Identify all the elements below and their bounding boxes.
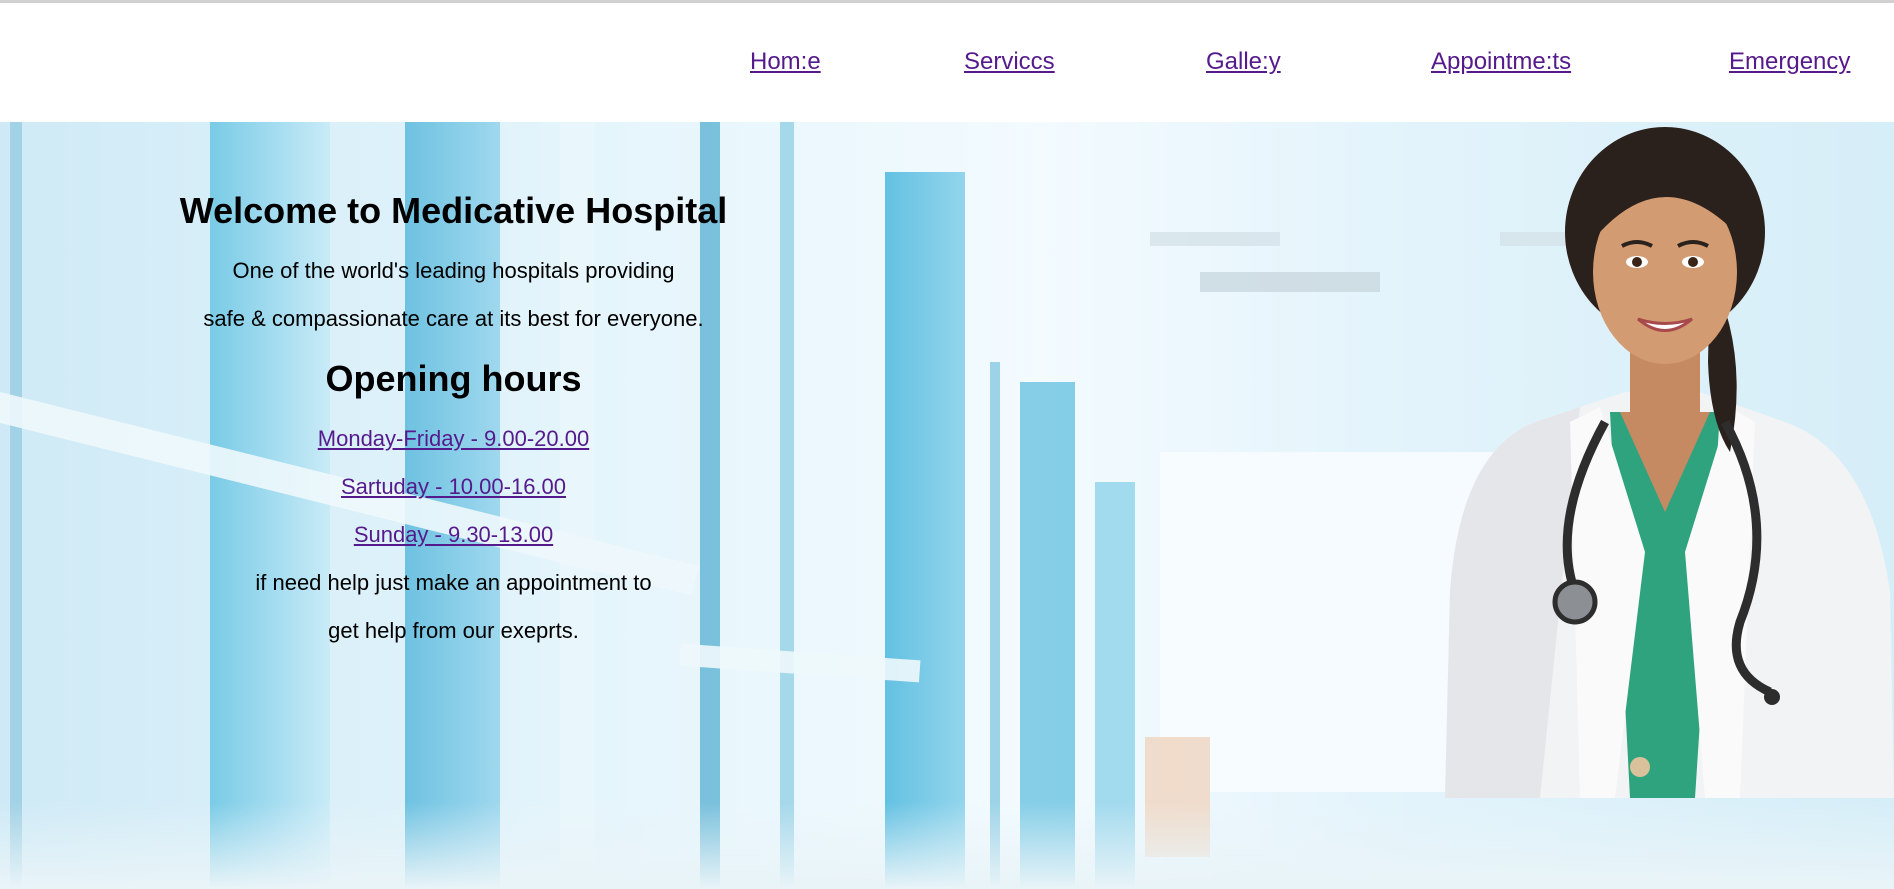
nav-link-gallery[interactable]: Galle:y	[1206, 48, 1281, 76]
hours-link-saturday[interactable]: Sartuday - 10.00-16.00	[150, 474, 757, 500]
doctor-image	[1440, 122, 1894, 798]
glass-panel	[210, 122, 330, 889]
stethoscope-chest-piece	[1552, 579, 1598, 625]
help-text-line-2: get help from our exeprts.	[328, 618, 579, 643]
help-text-line-1: if need help just make an appointment to	[255, 570, 652, 595]
window-frame	[780, 122, 794, 889]
nav-link-home[interactable]: Hom:e	[750, 48, 821, 76]
page-title: Welcome to Medicative Hospital	[179, 190, 728, 231]
top-navbar: Hom:e Serviccs Galle:y Appointme:ts Emer…	[0, 3, 1894, 122]
intro-text-line-1: One of the world's leading hospitals pro…	[232, 258, 675, 283]
nav-link-appointments[interactable]: Appointme:ts	[1431, 48, 1571, 76]
intro-text-line-2: safe & compassionate care at its best fo…	[203, 306, 704, 331]
glass-panel	[560, 122, 595, 889]
ceiling-light	[1150, 232, 1280, 246]
doctor-illustration	[1445, 127, 1894, 798]
nav-link-emergency[interactable]: Emergency	[1729, 48, 1850, 76]
corridor-floor	[0, 802, 1894, 889]
opening-hours-title: Opening hours	[325, 358, 582, 399]
glass-panel	[885, 172, 965, 889]
stethoscope-earpiece	[1764, 689, 1780, 705]
window-frame	[10, 122, 22, 889]
coat-button	[1630, 757, 1650, 777]
pupil-right	[1688, 257, 1698, 267]
hours-link-sunday[interactable]: Sunday - 9.30-13.00	[150, 522, 757, 548]
nav-link-services[interactable]: Serviccs	[964, 48, 1055, 76]
hours-link-weekdays[interactable]: Monday-Friday - 9.00-20.00	[150, 426, 757, 452]
ceiling-light	[1200, 272, 1380, 292]
window-frame	[700, 122, 720, 889]
pupil-left	[1632, 257, 1642, 267]
